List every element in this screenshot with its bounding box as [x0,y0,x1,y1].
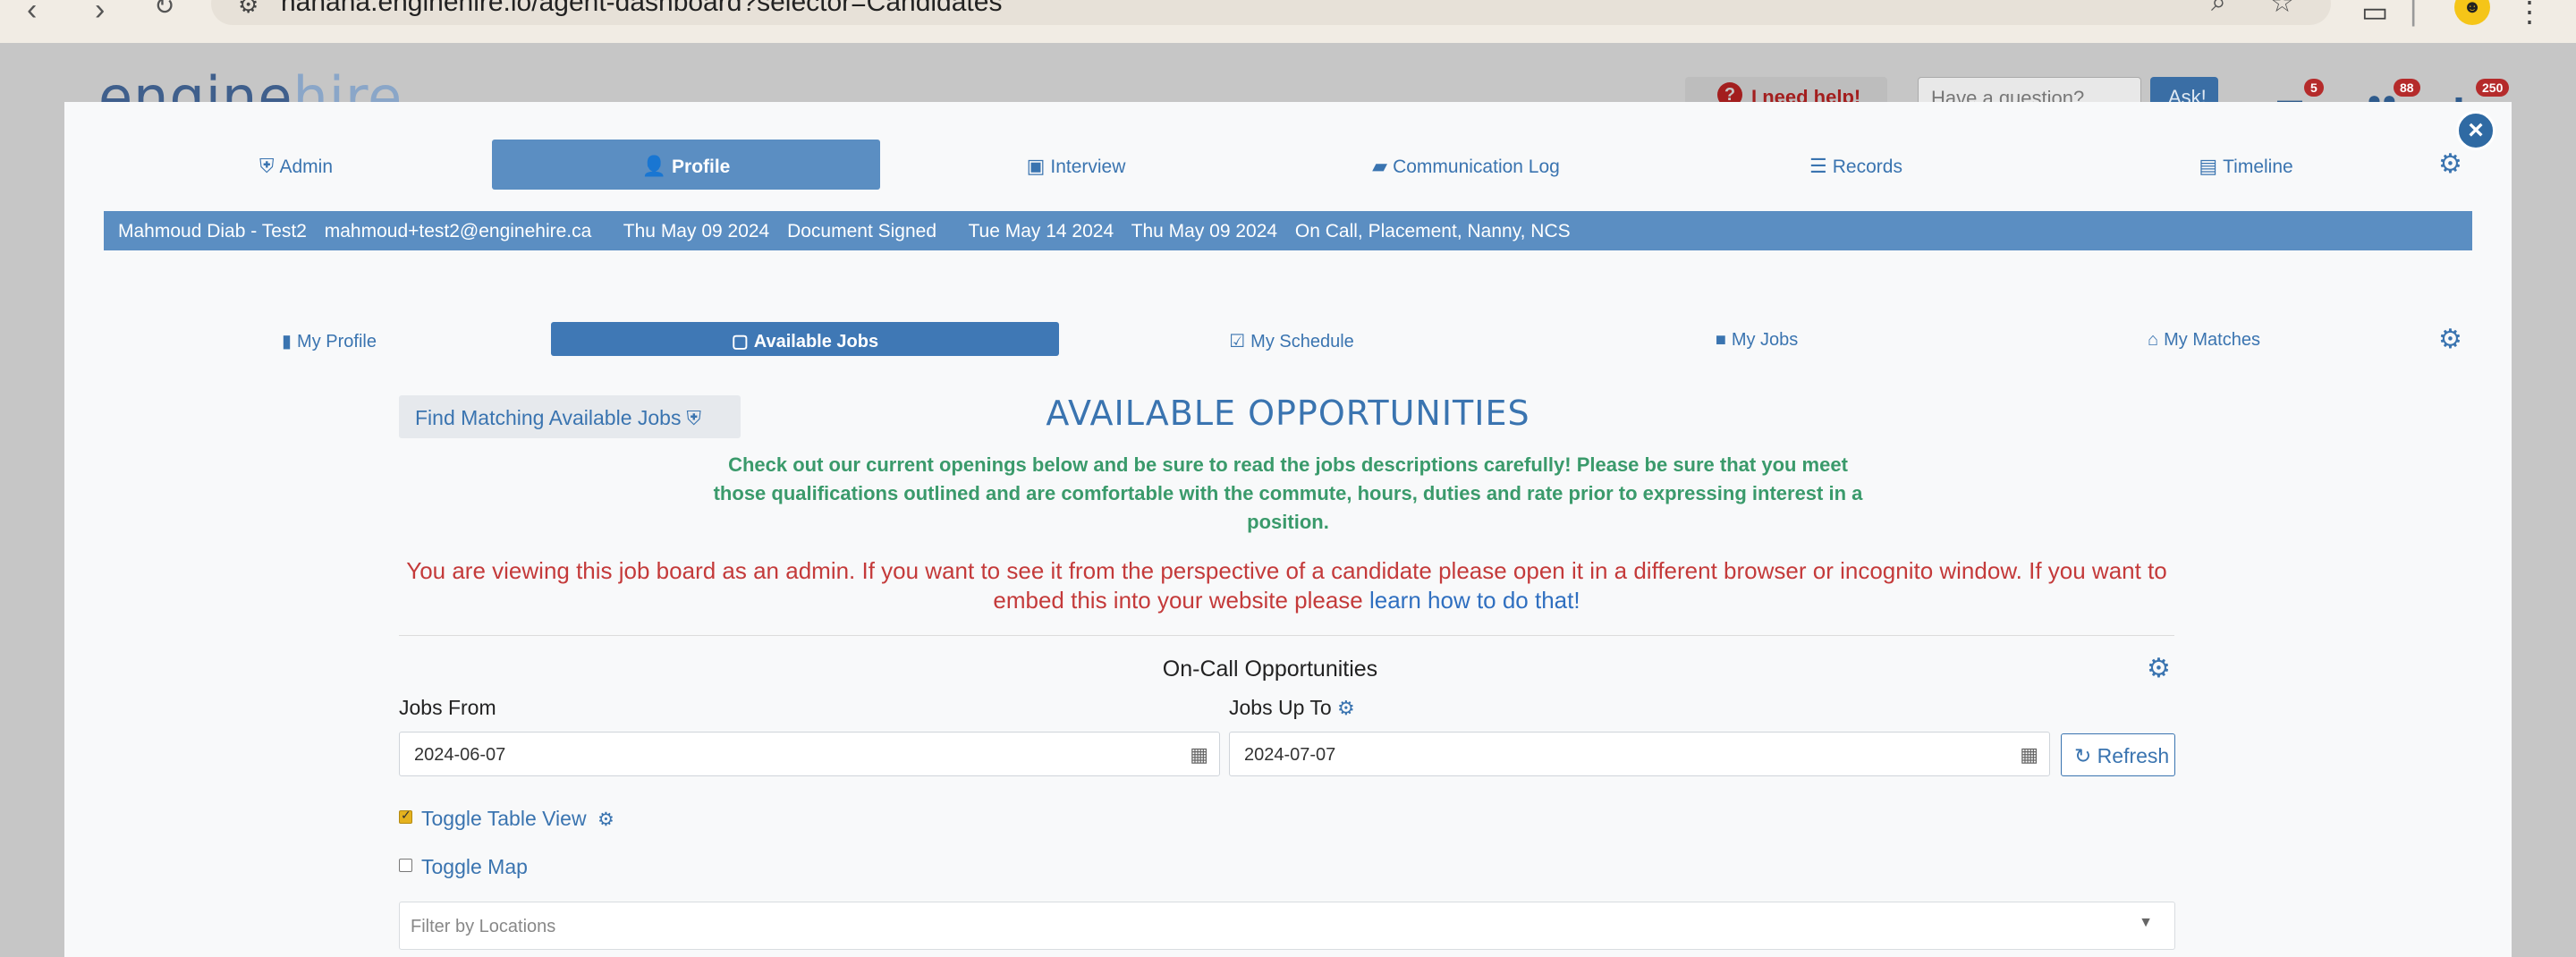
calendar-check-icon: ☑ [1229,332,1246,351]
tab-my-profile[interactable]: ▮ My Profile [102,322,556,356]
info-date: Thu May 09 2024 [1131,221,1278,241]
jobs-to-label: Jobs Up To ⚙ [1229,696,1355,719]
document-icon: ▮ [282,332,292,351]
tab-my-schedule[interactable]: ☑ My Schedule [1068,322,1515,356]
badge-count: 250 [2476,79,2510,97]
main-tabs: ⛨ Admin 👤 Profile ▣ Interview ▰ Communicatio… [102,140,2472,191]
id-card-icon: ▣ [1026,155,1046,177]
divider: | [2410,0,2418,27]
find-matching-jobs-button[interactable]: Find Matching Available Jobs ⛨ [399,395,741,438]
toggle-table-view[interactable]: Toggle Table View ⚙ [399,807,614,831]
gear-icon[interactable]: ⚙ [2147,653,2171,684]
shield-icon: ⛨ [686,407,701,429]
chevron-down-icon[interactable]: ▼ [2139,915,2153,931]
tab-available-jobs[interactable]: ▢ Available Jobs [551,322,1059,356]
section-title: On-Call Opportunities [1162,656,1378,682]
gear-icon[interactable]: ⚙ [597,809,614,830]
toggle-table-checkbox[interactable] [399,808,412,825]
gear-icon[interactable]: ⚙ [1337,697,1355,719]
star-icon[interactable]: ☆ [2270,0,2294,19]
jobs-to-input[interactable]: 2024-07-07 ▦ [1229,732,2050,776]
site-info-icon[interactable]: ⚙ [238,0,258,19]
divider [399,635,2174,636]
user-icon: 👤 [641,155,667,177]
calendar-icon[interactable]: ▦ [1190,743,1208,766]
sub-tabs: ▮ My Profile ▢ Available Jobs ☑ My Schedule… [102,322,2472,360]
toggle-map-checkbox[interactable] [399,859,412,873]
info-status: Document Signed [787,221,937,241]
shield-icon: ⛨ [258,155,275,177]
downloads-icon[interactable]: ▭ [2361,0,2388,29]
chat-icon: ▰ [1372,155,1388,177]
info-tags: On Call, Placement, Nanny, NCS [1294,221,1571,241]
jobs-from-label: Jobs From [399,696,496,719]
tab-timeline[interactable]: ▤ Timeline [2052,140,2440,190]
tab-communication-log[interactable]: ▰ Communication Log [1272,140,1660,190]
forward-icon[interactable]: › [95,0,105,28]
tab-my-jobs[interactable]: ■ My Jobs [1533,322,1980,356]
candidate-email: mahmoud+test2@enginehire.ca [324,221,592,241]
gear-icon[interactable]: ⚙ [2438,148,2462,180]
menu-icon[interactable]: ⋮ [2515,0,2544,29]
tab-admin[interactable]: ⛨ Admin [102,140,490,190]
jobs-from-input[interactable]: 2024-06-07 ▦ [399,732,1220,776]
briefcase-icon: ▢ [731,332,749,351]
search-icon[interactable]: ⌕ [2211,0,2226,18]
calendar-icon[interactable]: ▦ [2020,743,2038,766]
reload-icon[interactable]: ↻ [154,0,174,21]
tab-records[interactable]: ☰ Records [1662,140,2050,190]
extension-icon[interactable]: ☻ [2454,0,2490,25]
home-icon: ⌂ [2148,330,2159,350]
badge-count: 5 [2304,79,2324,97]
url-text[interactable]: nanana.enginehire.io/agent-dashboard?sel… [281,0,1002,18]
browser-chrome: ‹ › ↻ ⚙ nanana.enginehire.io/agent-dashb… [0,0,2576,43]
address-bar[interactable]: ⚙ nanana.enginehire.io/agent-dashboard?s… [211,0,2331,25]
page-title: AVAILABLE OPPORTUNITIES [1046,394,1530,433]
intro-text: Check out our current openings below and… [713,453,1863,533]
badge-count: 88 [2394,79,2420,97]
tab-my-matches[interactable]: ⌂ My Matches [1980,322,2428,356]
gear-icon[interactable]: ⚙ [2438,324,2462,355]
timeline-icon: ▤ [2199,155,2218,177]
candidate-name: Mahmoud Diab - Test2 [118,221,307,241]
refresh-button[interactable]: ↻ Refresh [2061,733,2175,776]
location-filter-select[interactable]: Filter by Locations ▼ [399,902,2175,950]
candidate-info-bar: Mahmoud Diab - Test2 mahmoud+test2@engin… [104,211,2472,250]
learn-how-link[interactable]: learn how to do that! [1369,587,1580,614]
info-date: Tue May 14 2024 [968,221,1114,241]
back-icon[interactable]: ‹ [27,0,37,28]
tab-profile[interactable]: 👤 Profile [492,140,880,190]
tab-interview[interactable]: ▣ Interview [882,140,1270,190]
list-icon: ☰ [1809,155,1827,177]
toggle-map[interactable]: Toggle Map [399,855,528,879]
refresh-icon: ↻ [2074,744,2092,767]
info-date: Thu May 09 2024 [623,221,770,241]
admin-warning: You are viewing this job board as an adm… [406,557,2167,614]
briefcase-icon: ■ [1715,330,1726,350]
